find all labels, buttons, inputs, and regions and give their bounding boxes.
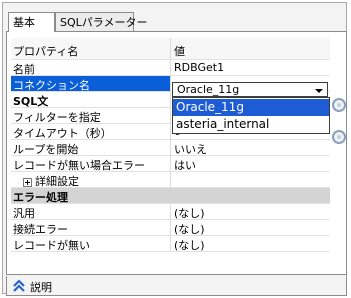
connection-dropdown-list: Oracle_11g asteria_internal bbox=[172, 97, 330, 134]
property-label: SQL文 bbox=[13, 95, 49, 108]
header-property-name: プロパティ名 bbox=[13, 45, 79, 58]
dropdown-option[interactable]: Oracle_11g bbox=[173, 99, 329, 116]
detail-settings-label: 詳細設定 bbox=[35, 175, 79, 188]
description-bar[interactable]: 説明 bbox=[6, 276, 347, 296]
section-header: エラー処理 bbox=[11, 188, 330, 204]
property-value[interactable]: RDBGet1 bbox=[174, 61, 224, 74]
refresh-icon[interactable] bbox=[332, 130, 346, 144]
table-row[interactable]: レコードが無い (なし) bbox=[11, 236, 330, 252]
property-grid-panel: プロパティ名 値 名前 RDBGet1 コネクション名 SQL文 フィルターを指… bbox=[6, 31, 347, 275]
property-label: 接続エラー bbox=[13, 223, 68, 236]
refresh-icon[interactable] bbox=[332, 98, 346, 112]
grid-header: プロパティ名 値 bbox=[11, 38, 330, 60]
property-label: レコードが無い bbox=[13, 239, 90, 252]
table-row[interactable]: レコードが無い場合エラー はい bbox=[11, 156, 330, 172]
chevron-down-icon[interactable] bbox=[315, 89, 323, 93]
header-value: 値 bbox=[174, 45, 185, 58]
property-label-group: 詳細設定 bbox=[13, 173, 79, 189]
section-label: エラー処理 bbox=[13, 191, 68, 204]
connection-combo-value: Oracle_11g bbox=[177, 83, 240, 96]
property-label: ループを開始 bbox=[13, 143, 79, 156]
property-value[interactable]: いいえ bbox=[174, 141, 207, 157]
property-value[interactable]: (なし) bbox=[174, 221, 205, 237]
property-label: レコードが無い場合エラー bbox=[13, 159, 145, 172]
table-row[interactable]: 接続エラー (なし) bbox=[11, 220, 330, 236]
property-label: 汎用 bbox=[13, 207, 35, 220]
property-window: 基本 SQLパラメーター プロパティ名 値 名前 RDBGet1 コネクション名… bbox=[2, 2, 347, 296]
tab-basic[interactable]: 基本 bbox=[8, 12, 55, 32]
dropdown-option[interactable]: asteria_internal bbox=[173, 116, 329, 133]
table-row[interactable]: 名前 RDBGet1 bbox=[11, 60, 330, 76]
property-label: タイムアウト（秒） bbox=[13, 127, 112, 140]
property-value[interactable]: はい bbox=[174, 157, 196, 173]
property-label: フィルターを指定 bbox=[13, 111, 101, 124]
description-label: 説明 bbox=[30, 281, 52, 294]
table-row[interactable]: 汎用 (なし) bbox=[11, 204, 330, 220]
property-label: 名前 bbox=[13, 63, 35, 76]
property-label: コネクション名 bbox=[13, 79, 90, 92]
tab-sql-parameters[interactable]: SQLパラメーター bbox=[55, 12, 147, 31]
expand-plus-icon[interactable] bbox=[23, 177, 32, 187]
table-row[interactable]: ループを開始 いいえ bbox=[11, 140, 330, 156]
double-chevron-up-icon[interactable] bbox=[12, 279, 26, 293]
property-value[interactable]: (なし) bbox=[174, 205, 205, 221]
connection-combo[interactable]: Oracle_11g bbox=[172, 82, 328, 97]
property-value[interactable]: (なし) bbox=[174, 237, 205, 253]
table-row[interactable]: 詳細設定 bbox=[11, 172, 330, 188]
